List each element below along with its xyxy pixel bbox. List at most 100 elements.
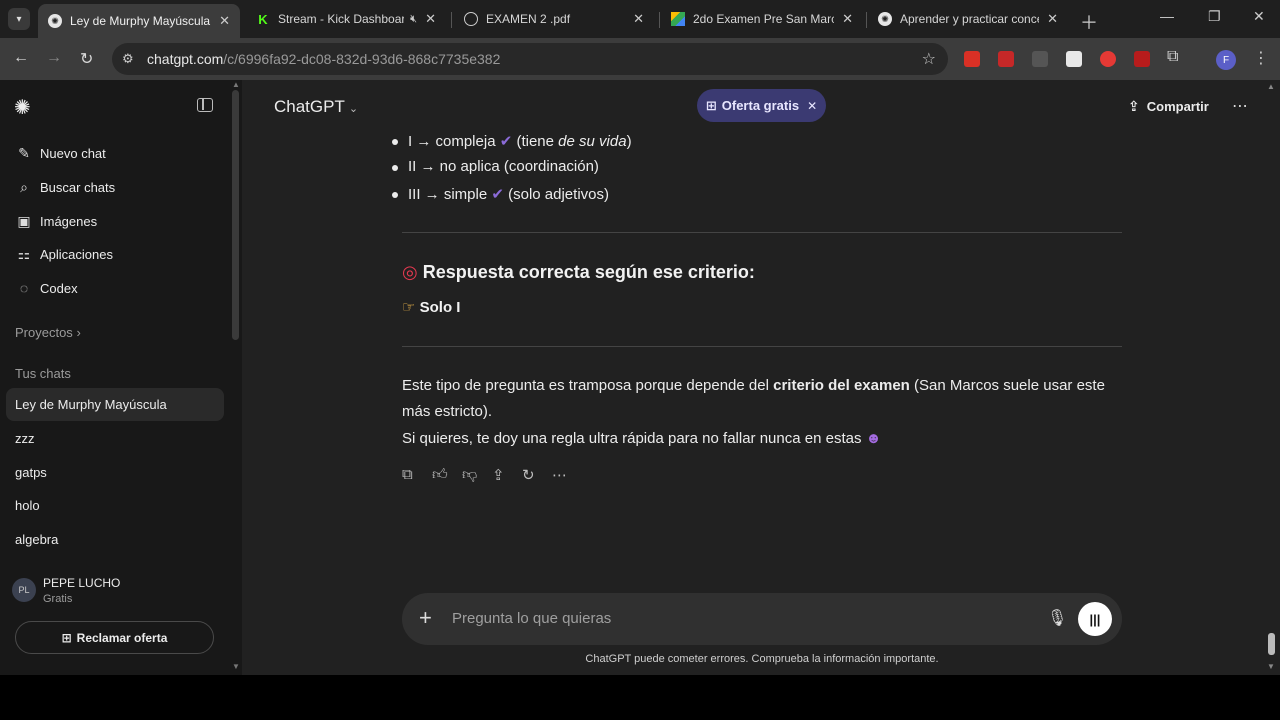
claim-offer-button[interactable]: ⊞ Reclamar oferta (15, 621, 214, 654)
answer-line: ☞ Solo I (402, 298, 460, 316)
browser-tab-3[interactable]: EXAMEN 2 .pdf ✕ (454, 4, 654, 34)
chats-section-label: Tus chats (15, 366, 71, 381)
voice-mode-button[interactable]: ||| (1078, 602, 1112, 636)
sidebar-item-apps[interactable]: ⚏ Aplicaciones (16, 242, 113, 266)
target-icon: ◎ (402, 262, 418, 282)
google-drive-icon (671, 12, 685, 26)
paragraph-bold: criterio del examen (773, 377, 910, 394)
chat-item[interactable]: Ley de Murphy Mayúscula (6, 388, 224, 421)
check-icon: ✔ (499, 133, 513, 150)
share-button[interactable]: ⇪ Compartir (1128, 98, 1209, 115)
tab-close-icon[interactable]: ✕ (633, 11, 644, 27)
player-extension-icon[interactable] (1100, 51, 1116, 67)
scroll-down-icon[interactable]: ▼ (232, 662, 240, 671)
copy-icon[interactable]: ⧉ (402, 466, 432, 484)
back-icon[interactable]: ← (13, 49, 29, 67)
scroll-down-icon[interactable]: ▼ (1267, 662, 1275, 671)
thumbs-up-icon[interactable]: 👍︎ (432, 466, 462, 484)
scroll-up-icon[interactable]: ▲ (232, 80, 240, 89)
sidebar-item-label: Codex (40, 280, 78, 296)
restore-icon[interactable]: ❐ (1208, 8, 1221, 25)
sidebar-scrollbar[interactable] (232, 90, 239, 340)
list-item: III → simple ✔ (solo adjetivos) (392, 185, 609, 203)
free-offer-button[interactable]: ⊞ Oferta gratis ✕ (697, 89, 826, 122)
youtube-extension-icon[interactable] (964, 51, 980, 67)
add-attachment-icon[interactable]: + (419, 605, 432, 631)
bookmark-star-icon[interactable]: ☆ (922, 49, 936, 69)
sidebar-item-label: Aplicaciones (40, 246, 113, 262)
list-item: I → compleja ✔ (tiene de su vida) (392, 132, 632, 150)
prompt-input[interactable]: Pregunta lo que quieras (452, 610, 611, 627)
tab-close-icon[interactable]: ✕ (842, 11, 853, 27)
sidebar-item-search[interactable]: ⌕ Buscar chats (16, 175, 115, 199)
composer[interactable]: + Pregunta lo que quieras 🎙︎ ||| (402, 593, 1122, 645)
projects-section[interactable]: Proyectos › (15, 325, 81, 340)
main-scrollbar[interactable] (1268, 633, 1275, 655)
bullet-text: (solo adjetivos) (508, 186, 609, 203)
apps-icon: ⚏ (17, 245, 31, 262)
sidebar: ✺ ✎ Nuevo chat ⌕ Buscar chats ▣ Imágenes… (0, 80, 242, 675)
window-close-icon[interactable]: ✕ (1253, 8, 1265, 25)
profile-avatar[interactable]: F (1216, 50, 1236, 70)
chatgpt-logo-icon[interactable]: ✺ (14, 95, 31, 120)
tab-close-icon[interactable]: ✕ (219, 13, 230, 29)
browser-tab-2[interactable]: K Stream - Kick Dashboard 🔇︎ ✕ (246, 4, 446, 34)
chat-item[interactable]: algebra (6, 523, 224, 556)
url-text[interactable]: chatgpt.com/c/6996fa92-dc08-832d-93d6-86… (147, 51, 500, 67)
site-settings-icon[interactable]: ⚙︎ (122, 51, 134, 67)
model-selector[interactable]: ChatGPT ⌄ (274, 97, 358, 117)
chat-item[interactable]: gatps (6, 456, 224, 489)
thumbs-down-icon[interactable]: 👎︎ (462, 466, 492, 484)
regenerate-icon[interactable]: ↻ (522, 466, 552, 484)
video-extension-icon[interactable] (998, 51, 1014, 67)
extensions-puzzle-icon[interactable]: ⧉ (1167, 48, 1178, 66)
browser-tab-4[interactable]: 2do Examen Pre San Marcos ✕ (661, 4, 863, 34)
divider (402, 232, 1122, 233)
answer-heading: ◎ Respuesta correcta según ese criterio: (402, 262, 755, 283)
browser-menu-icon[interactable]: ⋮ (1253, 48, 1269, 68)
bullet-text: (tiene (516, 133, 559, 150)
extension-icon[interactable] (1066, 51, 1082, 67)
reload-icon[interactable]: ↻ (80, 49, 93, 69)
browser-tab-5[interactable]: ✺ Aprender y practicar concep ✕ (868, 4, 1068, 34)
forward-icon[interactable]: → (46, 49, 62, 67)
tab-close-icon[interactable]: ✕ (425, 11, 436, 27)
extension-icon[interactable] (1032, 51, 1048, 67)
disclaimer-text: ChatGPT puede cometer errores. Comprueba… (585, 653, 939, 665)
paragraph-text: Este tipo de pregunta es tramposa porque… (402, 377, 774, 394)
claim-offer-label: Reclamar oferta (76, 630, 168, 645)
heading-text: Respuesta correcta según ese criterio: (422, 262, 755, 282)
edit-icon: ✎ (18, 144, 30, 161)
sidebar-item-new-chat[interactable]: ✎ Nuevo chat (16, 141, 106, 165)
scroll-up-icon[interactable]: ▲ (1267, 82, 1275, 91)
new-tab-icon[interactable]: ＋ (1080, 9, 1098, 35)
more-options-icon[interactable]: ⋯ (1232, 96, 1248, 116)
more-options-icon[interactable]: ⋯ (552, 466, 582, 484)
tab-search-button[interactable]: ▾ (8, 8, 30, 30)
close-icon[interactable]: ✕ (807, 99, 817, 113)
pointing-hand-icon: ☞ (402, 299, 416, 316)
muted-speaker-icon[interactable]: 🔇︎ (410, 13, 417, 26)
sidebar-toggle-icon[interactable] (197, 98, 213, 112)
share-icon[interactable]: ⇪ (492, 466, 522, 484)
sidebar-item-codex[interactable]: ◌ Codex (16, 276, 78, 300)
explanation-paragraph: Este tipo de pregunta es tramposa porque… (402, 373, 1124, 425)
bullet-text: III → simple (408, 186, 488, 203)
tab-close-icon[interactable]: ✕ (1047, 11, 1058, 27)
bullet-text: I → compleja (408, 133, 496, 150)
browser-tab-1[interactable]: ✺ Ley de Murphy Mayúscula ✕ (38, 4, 240, 38)
sidebar-item-images[interactable]: ▣ Imágenes (16, 209, 97, 233)
microphone-icon[interactable]: 🎙︎ (1047, 608, 1067, 628)
chat-item[interactable]: zzz (6, 422, 224, 455)
extension-icon[interactable] (1134, 51, 1150, 67)
chat-item[interactable]: holo (6, 489, 224, 522)
chevron-down-icon: ⌄ (348, 103, 359, 115)
avatar: PL (12, 578, 36, 602)
paragraph-text: Si quieres, te doy una regla ultra rápid… (402, 430, 862, 447)
devil-emoji-icon: ☻ (865, 430, 882, 447)
address-bar[interactable]: ⚙︎ chatgpt.com/c/6996fa92-dc08-832d-93d6… (112, 43, 948, 75)
tab-separator (866, 12, 867, 28)
minimize-icon[interactable]: — (1160, 8, 1174, 24)
tab-separator (659, 12, 660, 28)
browser-tabstrip: ▾ ✺ Ley de Murphy Mayúscula ✕ K Stream -… (0, 0, 1280, 38)
